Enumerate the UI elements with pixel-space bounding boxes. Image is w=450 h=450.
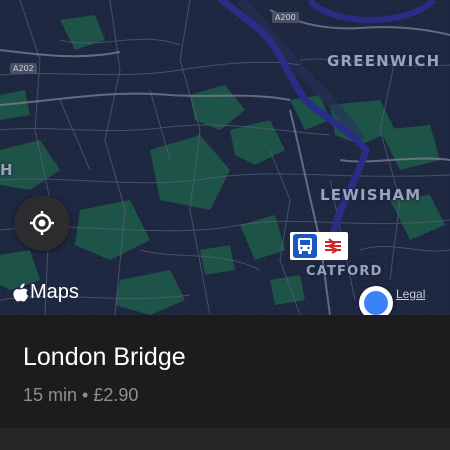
location-crosshair-icon [30,211,54,235]
place-label-catford: CATFORD [306,264,383,279]
place-label-lewisham: LEWISHAM [320,186,422,204]
legal-link[interactable]: Legal [396,287,425,301]
maps-widget: A200 A202 GREENWICH LEWISHAM CATFORD H M… [0,0,450,450]
bottom-strip [0,428,450,450]
apple-logo-icon [13,283,29,302]
transit-station-marker[interactable] [290,232,348,260]
road-shield-a202: A202 [10,63,37,74]
destination-title: London Bridge [23,343,186,371]
map-view[interactable]: A200 A202 GREENWICH LEWISHAM CATFORD H M… [0,0,450,315]
place-label-edge: H [0,161,14,179]
trip-details: 15 min • £2.90 [23,385,139,405]
road-shield-a200: A200 [272,12,299,23]
user-location-dot [364,291,388,315]
national-rail-icon [321,234,345,258]
locate-me-button[interactable] [14,195,70,251]
maps-brand-text: Maps [30,281,79,303]
user-location-marker [359,286,393,315]
maps-attribution-logo: Maps [13,281,79,304]
bus-icon [293,234,317,258]
place-label-greenwich: GREENWICH [327,52,441,70]
